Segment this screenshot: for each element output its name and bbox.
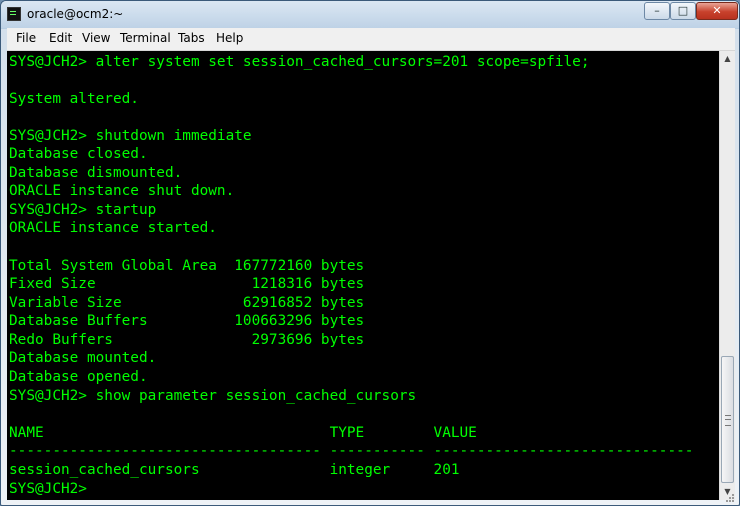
terminal-line: ------------------------------------ ---…: [9, 443, 694, 459]
window-title: oracle@ocm2:~: [27, 7, 124, 21]
menu-bar: File Edit View Terminal Tabs Help: [7, 28, 735, 51]
terminal-line: NAME TYPE VALUE: [9, 425, 477, 441]
terminal-line: session_cached_cursors integer 201: [9, 462, 460, 478]
terminal-line: SYS@JCH2>: [9, 481, 96, 497]
resize-grip-icon[interactable]: [723, 491, 735, 503]
terminal-line: Database closed.: [9, 146, 148, 162]
terminal-line: Fixed Size 1218316 bytes: [9, 276, 365, 292]
menu-file[interactable]: File: [16, 31, 36, 45]
scrollbar-thumb[interactable]: [721, 356, 734, 483]
vertical-scrollbar[interactable]: ▲ ▼: [719, 51, 735, 500]
terminal-line: Database opened.: [9, 369, 148, 385]
scroll-up-arrow-icon[interactable]: ▲: [720, 51, 735, 67]
terminal-line: Database Buffers 100663296 bytes: [9, 313, 365, 329]
terminal-line: Total System Global Area 167772160 bytes: [9, 258, 365, 274]
terminal-line: Variable Size 62916852 bytes: [9, 295, 365, 311]
menu-terminal[interactable]: Terminal: [120, 31, 171, 45]
terminal-line: System altered.: [9, 91, 139, 107]
menu-tabs[interactable]: Tabs: [178, 31, 205, 45]
terminal-line: SYS@JCH2> startup: [9, 202, 157, 218]
terminal-line: Redo Buffers 2973696 bytes: [9, 332, 365, 348]
terminal-line: ORACLE instance shut down.: [9, 183, 235, 199]
terminal-line: ORACLE instance started.: [9, 220, 217, 236]
title-bar[interactable]: oracle@ocm2:~: [1, 1, 739, 28]
terminal-window: oracle@ocm2:~ – □ ✕ File Edit View Termi…: [0, 0, 740, 506]
terminal-line: Database dismounted.: [9, 165, 183, 181]
terminal-output[interactable]: SYS@JCH2> alter system set session_cache…: [7, 51, 719, 500]
minimize-button[interactable]: –: [644, 2, 670, 20]
menu-help[interactable]: Help: [216, 31, 243, 45]
terminal-app-icon: [7, 7, 21, 21]
grip-icon: [725, 415, 731, 426]
terminal-line: Database mounted.: [9, 350, 157, 366]
maximize-button[interactable]: □: [670, 2, 696, 20]
menu-edit[interactable]: Edit: [49, 31, 72, 45]
terminal-line: SYS@JCH2> shutdown immediate: [9, 128, 252, 144]
menu-view[interactable]: View: [82, 31, 110, 45]
terminal-line: SYS@JCH2> show parameter session_cached_…: [9, 388, 417, 404]
terminal-line: SYS@JCH2> alter system set session_cache…: [9, 54, 590, 70]
close-button[interactable]: ✕: [696, 2, 738, 20]
